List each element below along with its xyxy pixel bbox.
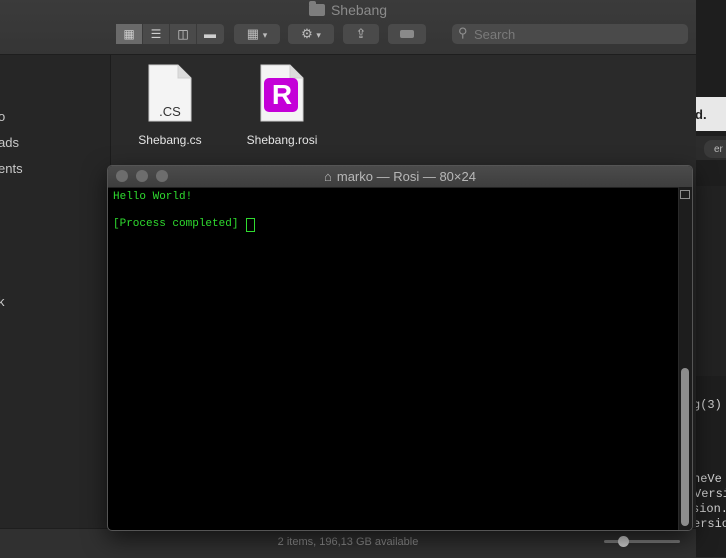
terminal-line-1: Hello World! [113, 191, 193, 203]
tag-button[interactable] [388, 24, 426, 44]
code-line-5: ersio [693, 517, 726, 531]
code-line-4: sion. [692, 502, 726, 516]
rosi-file-icon: R [260, 64, 304, 122]
file-name: Shebang.rosi [246, 133, 318, 147]
folder-icon [308, 1, 325, 16]
view-mode-control: ▦ ☰ ◫ ▬ [116, 24, 224, 44]
group-grid-icon: ▦ [246, 26, 260, 41]
icon-view-button[interactable]: ▦ [116, 24, 143, 44]
chevron-down-icon: ▾ [316, 30, 321, 40]
terminal-window: ⌂ marko — Rosi — 80×24 Hello World! [Proc… [107, 165, 693, 531]
terminal-title: ⌂ marko — Rosi — 80×24 [108, 169, 692, 184]
column-view-button[interactable]: ◫ [170, 24, 197, 44]
finder-title-text: Shebang [330, 2, 388, 18]
sidebar-item-1[interactable]: o [0, 109, 5, 124]
group-by-button[interactable]: ▦ ▾ [234, 24, 280, 44]
action-button[interactable]: ⚙ ▾ [288, 24, 334, 44]
background-editor-window: d. er g(3) neVe Versi sion. ersio [692, 0, 726, 557]
tag-icon [400, 30, 414, 38]
file-item-rosi[interactable]: R Shebang.rosi [227, 62, 337, 154]
editor-tab-label[interactable]: d. [695, 107, 707, 122]
file-name: Shebang.cs [138, 133, 202, 147]
cs-file-icon: .CS [148, 64, 192, 122]
finder-sidebar [0, 55, 111, 528]
sidebar-item-4[interactable]: k [0, 294, 5, 309]
gallery-icon: ▬ [204, 27, 216, 41]
columns-icon: ◫ [177, 27, 189, 41]
cs-file-icon-label: .CS [159, 104, 181, 119]
code-line-3: Versi [694, 487, 726, 501]
editor-tab-2-label: er [714, 144, 723, 155]
finder-title: Shebang [0, 1, 696, 18]
chevron-down-icon: ▾ [262, 30, 268, 40]
gear-icon: ⚙ [301, 26, 313, 41]
terminal-line-3: [Process completed] [113, 218, 239, 230]
code-line-1: g(3) [693, 398, 722, 412]
rosi-file-icon-label: R [271, 79, 293, 110]
home-icon: ⌂ [324, 169, 332, 184]
sidebar-item-2[interactable]: ads [0, 135, 19, 150]
file-item-cs[interactable]: .CS Shebang.cs [115, 62, 225, 154]
gallery-view-button[interactable]: ▬ [197, 24, 223, 44]
share-button[interactable]: ⇪ [343, 24, 379, 44]
icon-size-slider-thumb[interactable] [617, 536, 629, 547]
list-icon: ☰ [150, 27, 162, 41]
terminal-title-text: marko — Rosi — 80×24 [336, 169, 476, 184]
split-pane-icon[interactable] [680, 190, 690, 199]
code-line-2: neVe [693, 472, 722, 486]
search-input[interactable] [474, 24, 674, 44]
editor-panel [696, 186, 726, 376]
status-text: 2 items, 196,13 GB available [277, 536, 419, 548]
list-view-button[interactable]: ☰ [143, 24, 170, 44]
search-icon: ⚲ [458, 25, 468, 40]
sidebar-item-3[interactable]: ents [0, 161, 23, 176]
icon-size-slider[interactable] [604, 540, 680, 543]
terminal-cursor [246, 218, 255, 232]
terminal-scrollbar-thumb[interactable] [681, 368, 689, 526]
share-icon: ⇪ [355, 26, 367, 41]
grid-icon: ▦ [123, 27, 135, 41]
